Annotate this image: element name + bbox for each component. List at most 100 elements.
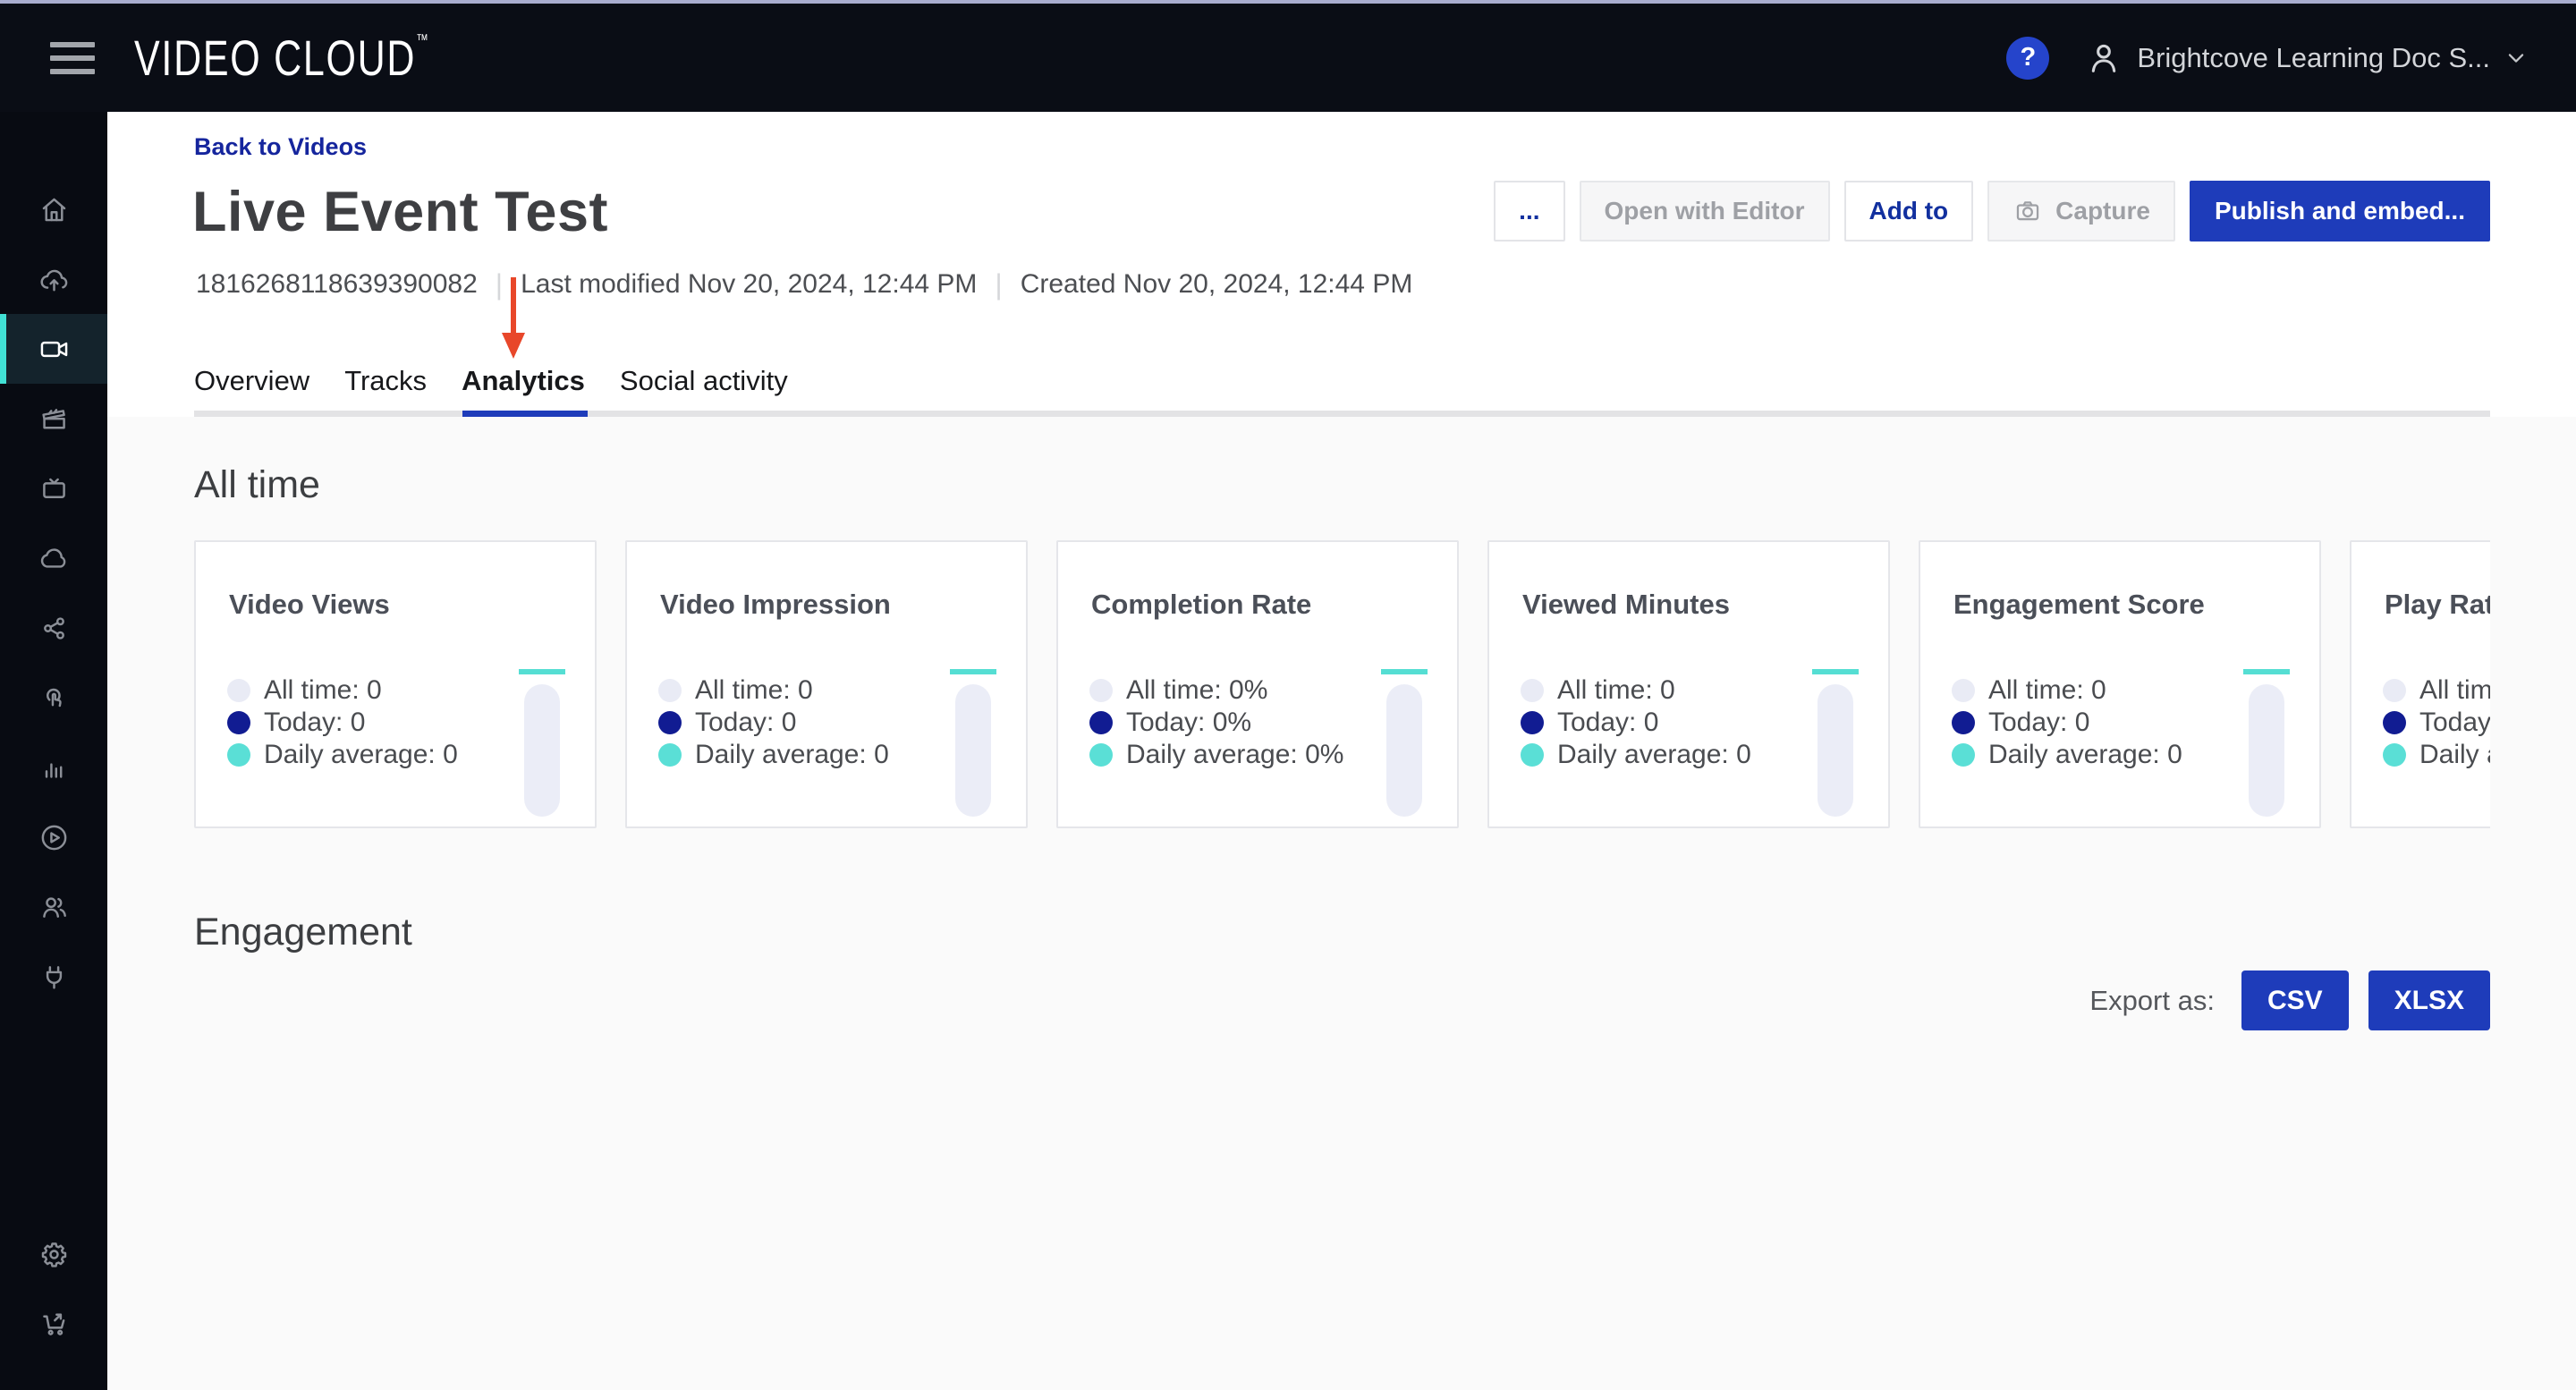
publish-and-embed-button[interactable]: Publish and embed... xyxy=(2190,181,2490,242)
back-to-videos-link[interactable]: Back to Videos xyxy=(194,133,367,161)
sidebar-item-productions[interactable] xyxy=(0,384,107,453)
legend-dot-daily-average xyxy=(1521,743,1544,767)
legend-dot-today xyxy=(1952,711,1975,734)
add-to-button[interactable]: Add to xyxy=(1844,181,1974,242)
user-icon xyxy=(2083,38,2124,79)
interactive-tap-icon xyxy=(38,682,71,715)
meta-separator: | xyxy=(995,269,1002,300)
metric-legend: All time: 0 Today: 0 Daily average: 0 xyxy=(227,674,458,771)
legend-dot-all-time xyxy=(1521,679,1544,702)
metric-cards-row: Video Views All time: 0 Today: 0 Daily a… xyxy=(194,540,2490,828)
metric-mini-chart xyxy=(1812,669,1859,817)
sidebar-item-upload[interactable] xyxy=(0,244,107,314)
hamburger-menu-icon[interactable] xyxy=(50,42,95,74)
metric-legend: All time: 0% Today: 0% Daily average: 0% xyxy=(1089,674,1343,771)
play-circle-icon xyxy=(38,821,71,854)
mini-chart-average-marker xyxy=(950,669,996,674)
legend-row: Daily average: 0% xyxy=(1089,739,1343,771)
legend-row: Daily average: 0 xyxy=(1952,739,2182,771)
sidebar-item-media[interactable] xyxy=(0,314,107,384)
last-modified: Last modified Nov 20, 2024, 12:44 PM xyxy=(521,269,977,300)
tab-tracks[interactable]: Tracks xyxy=(344,365,427,397)
cart-icon xyxy=(38,1308,71,1341)
metric-legend: All time: 0 Today: 0 Daily average: 0 xyxy=(2383,674,2490,771)
capture-button[interactable]: Capture xyxy=(1987,181,2175,242)
legend-label: All time: 0 xyxy=(2419,675,2490,706)
metric-card: Video Views All time: 0 Today: 0 Daily a… xyxy=(194,540,597,828)
legend-dot-all-time xyxy=(658,679,682,702)
account-menu[interactable]: Brightcove Learning Doc S... xyxy=(2083,38,2531,79)
legend-dot-all-time xyxy=(227,679,250,702)
active-tab-indicator xyxy=(462,411,588,417)
metric-mini-chart xyxy=(1381,669,1428,817)
metric-card-title: Engagement Score xyxy=(1953,589,2205,621)
export-as-label: Export as: xyxy=(2089,985,2215,1017)
cloud-upload-icon xyxy=(38,263,71,296)
sidebar-item-home[interactable] xyxy=(0,174,107,244)
metric-legend: All time: 0 Today: 0 Daily average: 0 xyxy=(1521,674,1751,771)
main-content: Back to Videos Live Event Test 181626811… xyxy=(107,112,2576,1390)
tab-social-activity[interactable]: Social activity xyxy=(620,365,788,397)
sidebar-item-integrations[interactable] xyxy=(0,942,107,1012)
legend-label: All time: 0 xyxy=(264,675,382,706)
open-with-editor-button[interactable]: Open with Editor xyxy=(1580,181,1830,242)
camera-icon xyxy=(2012,196,2043,226)
legend-label: Today: 0% xyxy=(1126,708,1251,738)
legend-label: Today: 0 xyxy=(1557,708,1658,738)
legend-row: Today: 0 xyxy=(658,707,889,739)
sidebar-item-syndication[interactable] xyxy=(0,593,107,663)
legend-dot-daily-average xyxy=(227,743,250,767)
help-button[interactable]: ? xyxy=(2006,37,2049,80)
metric-mini-chart xyxy=(2243,669,2290,817)
tab-analytics[interactable]: Analytics xyxy=(462,365,585,397)
legend-dot-today xyxy=(658,711,682,734)
legend-row: All time: 0 xyxy=(658,674,889,707)
sidebar-item-interactivity[interactable] xyxy=(0,663,107,733)
gear-icon xyxy=(38,1238,71,1271)
legend-label: All time: 0 xyxy=(1988,675,2106,706)
sidebar-item-audience[interactable] xyxy=(0,872,107,942)
legend-row: Daily average: 0 xyxy=(227,739,458,771)
legend-dot-all-time xyxy=(1952,679,1975,702)
legend-row: All time: 0% xyxy=(1089,674,1343,707)
tab-bar: Overview Tracks Analytics Social activit… xyxy=(194,365,788,397)
legend-row: Daily average: 0 xyxy=(2383,739,2490,771)
sidebar-item-live[interactable] xyxy=(0,453,107,523)
metric-card: Video Impression All time: 0 Today: 0 Da… xyxy=(625,540,1028,828)
legend-label: Today: 0 xyxy=(2419,708,2490,738)
cloud-icon xyxy=(38,542,71,575)
sidebar-item-analytics[interactable] xyxy=(0,733,107,802)
legend-row: All time: 0 xyxy=(2383,674,2490,707)
legend-row: Daily average: 0 xyxy=(658,739,889,771)
legend-label: Daily average: 0 xyxy=(2419,740,2490,770)
mini-chart-bar xyxy=(955,684,991,817)
mini-chart-average-marker xyxy=(2243,669,2290,674)
export-xlsx-button[interactable]: XLSX xyxy=(2368,970,2490,1030)
sidebar-item-settings[interactable] xyxy=(0,1219,107,1289)
meta-separator: | xyxy=(496,269,503,300)
sidebar-item-players[interactable] xyxy=(0,802,107,872)
sidebar-item-cloud[interactable] xyxy=(0,523,107,593)
more-actions-button[interactable]: ... xyxy=(1494,181,1564,242)
legend-label: Today: 0 xyxy=(1988,708,2089,738)
metric-card: Completion Rate All time: 0% Today: 0% D… xyxy=(1056,540,1459,828)
legend-label: Daily average: 0 xyxy=(695,740,889,770)
metric-card-title: Video Views xyxy=(229,589,390,621)
sidebar-item-marketplace[interactable] xyxy=(0,1289,107,1359)
legend-row: Daily average: 0 xyxy=(1521,739,1751,771)
legend-dot-all-time xyxy=(1089,679,1113,702)
plug-icon xyxy=(38,961,71,994)
legend-label: Today: 0 xyxy=(264,708,365,738)
metric-mini-chart xyxy=(950,669,996,817)
mini-chart-average-marker xyxy=(1812,669,1859,674)
legend-row: All time: 0 xyxy=(1521,674,1751,707)
mini-chart-bar xyxy=(2249,684,2284,817)
legend-row: Today: 0% xyxy=(1089,707,1343,739)
chevron-down-icon[interactable] xyxy=(2501,43,2531,73)
legend-label: Daily average: 0 xyxy=(1988,740,2182,770)
all-time-heading: All time xyxy=(194,463,320,507)
export-csv-button[interactable]: CSV xyxy=(2241,970,2349,1030)
legend-label: Daily average: 0 xyxy=(264,740,458,770)
trademark-symbol: ™ xyxy=(416,31,428,48)
tab-overview[interactable]: Overview xyxy=(194,365,309,397)
